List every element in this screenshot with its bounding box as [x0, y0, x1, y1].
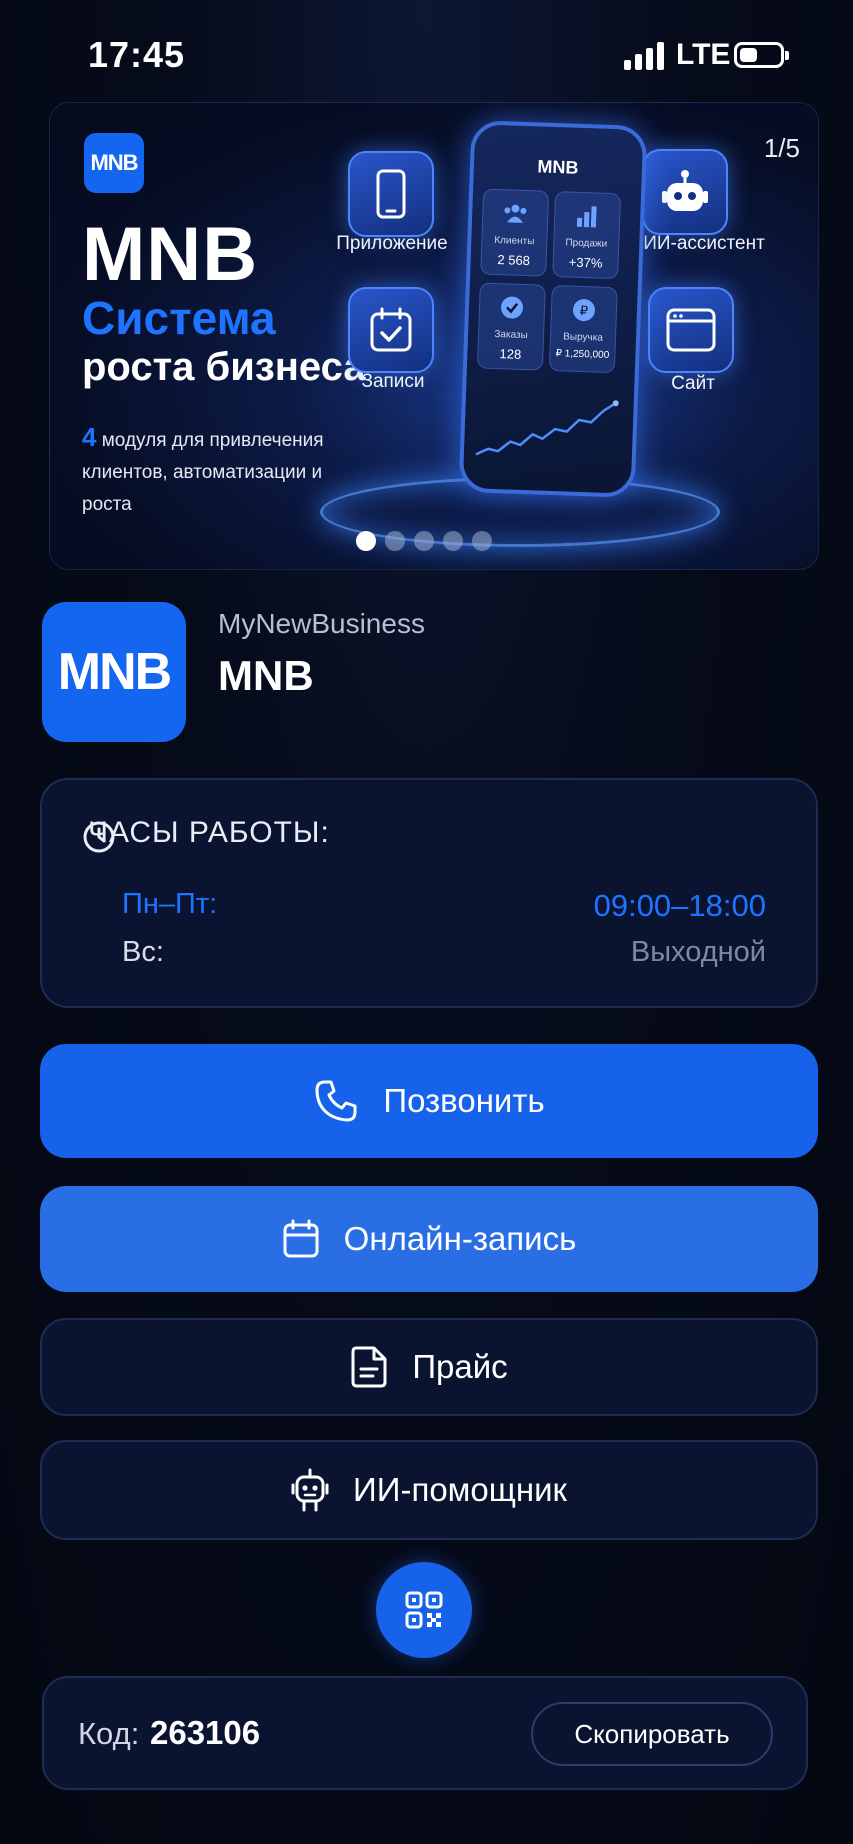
hours-time-sunday: Выходной	[630, 936, 766, 968]
ruble-coin-icon: ₽	[572, 299, 595, 322]
pagination-dot-active[interactable]	[356, 531, 376, 551]
hours-time-weekdays: 09:00–18:00	[593, 888, 766, 923]
tile-revenue: ₽ Выручка ₽ 1,250,000	[548, 284, 618, 374]
robot-icon	[291, 1468, 329, 1512]
check-circle-icon	[501, 296, 524, 319]
hours-title: ЧАСЫ РАБОТЫ:	[88, 816, 330, 849]
tile-clients: Клиенты 2 568	[480, 188, 550, 277]
qr-code-button[interactable]	[376, 1562, 472, 1658]
hours-days-sunday: Вс:	[122, 936, 164, 968]
code-value: 263106	[150, 1714, 261, 1751]
copy-button[interactable]: Скопировать	[531, 1702, 773, 1766]
module-label-bookings: Записи	[361, 371, 425, 392]
signal-icon	[624, 42, 666, 70]
banner-logo: MNB	[84, 133, 144, 193]
business-name: MNB	[218, 652, 314, 699]
battery-icon	[734, 42, 789, 68]
price-list-label: Прайс	[412, 1348, 508, 1385]
module-label-app: Приложение	[336, 233, 448, 254]
banner-subheadline: роста бизнеса	[82, 345, 366, 389]
phone-icon	[315, 1080, 357, 1122]
tile-label: Продажи	[565, 237, 608, 250]
users-icon	[504, 204, 527, 223]
price-list-button[interactable]: Прайс	[40, 1318, 818, 1416]
pagination-dot[interactable]	[472, 531, 492, 551]
document-icon	[351, 1346, 387, 1388]
promo-banner[interactable]: 1/5 MNB MNB Система роста бизнеса 4 моду…	[49, 102, 819, 570]
tile-value: +37%	[568, 254, 603, 271]
calendar-icon	[283, 1219, 319, 1258]
growth-chart-icon	[475, 400, 619, 456]
qr-code-icon	[405, 1591, 443, 1629]
code-label: Код:	[78, 1716, 140, 1751]
pagination-dot[interactable]	[385, 531, 405, 551]
banner-brand: MNB	[82, 212, 259, 297]
tile-sales: Продажи +37%	[552, 191, 622, 280]
status-bar: 17:45 LTE	[0, 0, 853, 100]
banner-desc-number: 4	[82, 422, 97, 452]
module-label-website: Сайт	[671, 373, 715, 394]
bookings-module-icon	[348, 287, 434, 373]
business-subtitle: MyNewBusiness	[218, 608, 425, 639]
online-booking-button[interactable]: Онлайн-запись	[40, 1186, 818, 1292]
ai-helper-button[interactable]: ИИ-помощник	[40, 1440, 818, 1540]
pagination-dot[interactable]	[414, 531, 434, 551]
bar-chart-icon	[576, 206, 597, 228]
banner-pagination[interactable]	[356, 531, 492, 551]
svg-text:₽: ₽	[580, 304, 589, 319]
working-hours-card: Пн–Пт: 09:00–18:00 Вс: Выходной	[40, 778, 818, 1008]
tile-label: Клиенты	[494, 234, 535, 248]
app-module-icon	[348, 151, 434, 237]
ai-helper-label: ИИ-помощник	[353, 1471, 567, 1508]
code-card: Код: 263106 Скопировать	[42, 1676, 808, 1790]
hours-days-weekdays: Пн–Пт:	[122, 888, 218, 920]
module-label-ai: ИИ-ассистент	[643, 233, 765, 254]
business-logo: MNB	[42, 602, 186, 742]
tile-orders: Заказы 128	[476, 282, 546, 371]
online-booking-label: Онлайн-запись	[343, 1220, 577, 1257]
banner-headline: Система	[82, 292, 276, 344]
phone-illustration: MNB Клиенты 2 568 Продажи +37% Заказы 12…	[458, 120, 648, 498]
tile-value: ₽ 1,250,000	[555, 348, 610, 361]
network-type: LTE	[676, 38, 731, 71]
pagination-dot[interactable]	[443, 531, 463, 551]
call-button-label: Позвонить	[383, 1082, 545, 1119]
banner-counter: 1/5	[763, 133, 800, 163]
tile-value: 2 568	[497, 252, 531, 269]
status-time: 17:45	[88, 34, 186, 75]
phone-title: MNB	[537, 156, 579, 178]
tile-value: 128	[499, 346, 522, 362]
banner-description: 4 модуля для привлечения клиентов, автом…	[82, 421, 342, 521]
website-module-icon	[648, 287, 734, 373]
tile-label: Заказы	[494, 328, 528, 342]
ai-assistant-module-icon	[642, 149, 728, 235]
call-button[interactable]: Позвонить	[40, 1044, 818, 1158]
tile-label: Выручка	[562, 331, 604, 344]
banner-desc-text: модуля для привлечения клиентов, автомат…	[82, 430, 324, 515]
